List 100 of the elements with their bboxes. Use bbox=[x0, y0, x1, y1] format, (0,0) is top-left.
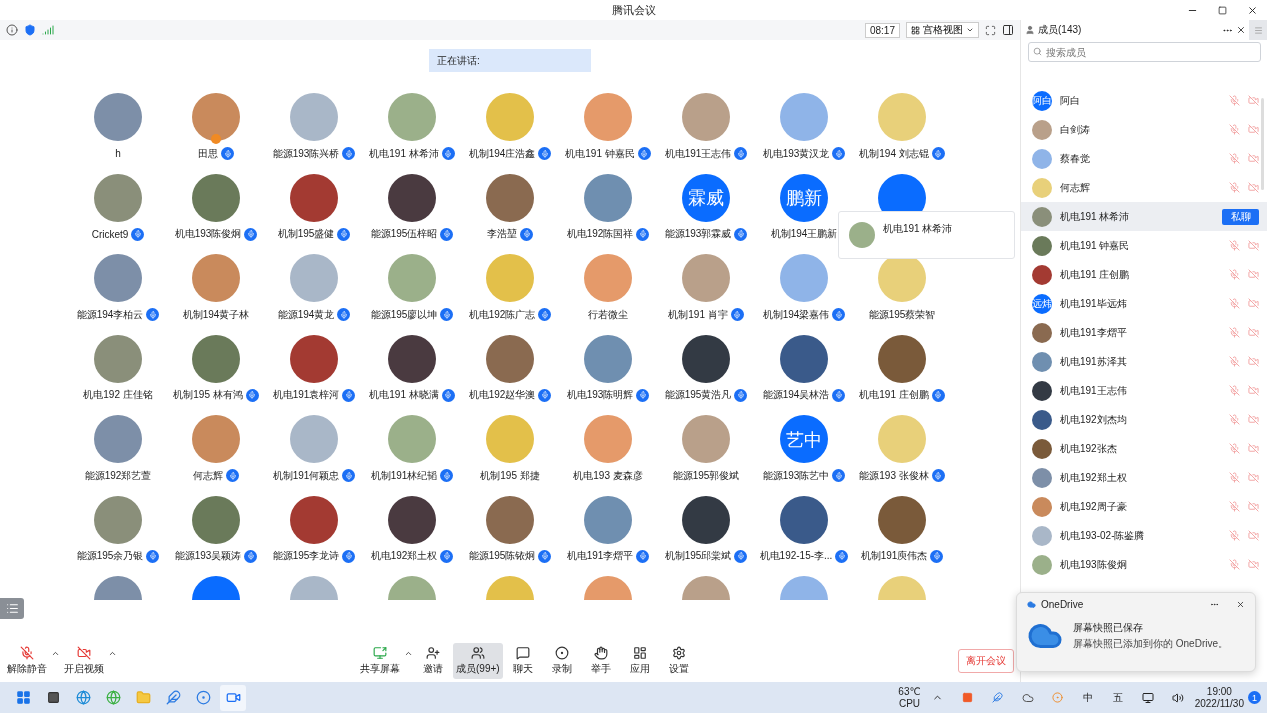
video-off-icon bbox=[1248, 414, 1259, 425]
member-row[interactable]: 机电192刘杰均 bbox=[1021, 405, 1267, 434]
member-row[interactable]: 机电191李熠平 bbox=[1021, 318, 1267, 347]
avatar-photo bbox=[94, 495, 142, 544]
video-off-icon bbox=[1248, 124, 1259, 135]
participant-name: 机电192陈国祥 bbox=[566, 227, 634, 241]
member-row[interactable]: 何志辉 bbox=[1021, 173, 1267, 202]
view-dropdown[interactable]: 宫格视图 bbox=[906, 22, 979, 38]
browser-icon[interactable] bbox=[105, 690, 121, 705]
avatar-photo bbox=[878, 495, 926, 544]
member-row[interactable]: 机电192周子豪 bbox=[1021, 492, 1267, 521]
app-icon[interactable] bbox=[195, 690, 211, 705]
avatar-photo bbox=[584, 254, 632, 302]
member-name: 机电193-02-陈鉴腾 bbox=[1060, 528, 1146, 543]
shield-icon[interactable] bbox=[24, 24, 36, 36]
toolbar-button[interactable]: 邀请 bbox=[414, 643, 452, 679]
member-row[interactable]: 白剑涛 bbox=[1021, 115, 1267, 144]
toolbar-button[interactable]: 共享屏幕 bbox=[357, 643, 403, 679]
hand-icon bbox=[593, 646, 608, 660]
close-icon[interactable] bbox=[1236, 600, 1245, 609]
browser-icon[interactable] bbox=[75, 690, 91, 705]
member-row[interactable]: 机电191苏泽其 bbox=[1021, 347, 1267, 376]
toolbar-button[interactable]: 开启视频 bbox=[61, 643, 107, 679]
info-icon[interactable] bbox=[6, 24, 18, 36]
mic-off-icon bbox=[1229, 501, 1240, 512]
more-icon[interactable] bbox=[1210, 600, 1219, 609]
popup-name: 机电191 林希沛 bbox=[883, 222, 953, 236]
ime-mode[interactable]: 中 bbox=[1074, 684, 1101, 711]
member-name: 机电192郑土权 bbox=[1060, 470, 1128, 485]
sensor-label: CPU bbox=[898, 697, 921, 710]
participant-name: 能源193陈艺中 bbox=[762, 468, 830, 483]
feather-icon[interactable] bbox=[165, 690, 181, 705]
taskbar-app-button[interactable] bbox=[220, 684, 246, 711]
participant-name: 机制195邱棠斌 bbox=[664, 549, 732, 563]
notification-badge[interactable]: 1 bbox=[1248, 691, 1261, 704]
scrollbar[interactable] bbox=[1261, 98, 1264, 190]
monitor-icon[interactable] bbox=[1141, 691, 1154, 704]
toolbar-button[interactable]: 解除静音 bbox=[4, 643, 50, 679]
avatar-photo bbox=[584, 334, 632, 383]
avatar-photo bbox=[682, 334, 730, 383]
search-field[interactable]: 搜索成员 bbox=[1028, 42, 1261, 62]
windows-start-icon[interactable] bbox=[15, 690, 31, 705]
caret-icon[interactable] bbox=[404, 649, 413, 658]
avatar-photo bbox=[1032, 235, 1052, 256]
member-row[interactable]: 机电191 钟嘉民 bbox=[1021, 231, 1267, 260]
feather-icon[interactable] bbox=[992, 692, 1004, 703]
tray-app-icon[interactable] bbox=[962, 692, 974, 703]
toolbar-button[interactable]: 聊天 bbox=[503, 643, 542, 679]
member-row[interactable]: 远炜 机电191毕远炜 bbox=[1021, 289, 1267, 318]
caret-icon[interactable] bbox=[108, 649, 117, 658]
fullscreen-icon[interactable] bbox=[985, 24, 996, 36]
leave-meeting-button[interactable]: 离开会议 bbox=[958, 649, 1014, 673]
participant-name: 行若微尘 bbox=[588, 307, 628, 322]
mic-off-icon bbox=[1229, 472, 1240, 483]
list-button[interactable] bbox=[0, 598, 24, 619]
avatar-photo bbox=[486, 495, 534, 544]
toolbar-button[interactable]: 举手 bbox=[581, 643, 620, 679]
member-row[interactable]: 机电193陈俊炯 bbox=[1021, 550, 1267, 579]
toast-message: 屏幕快照已添加到你的 OneDrive。 bbox=[1073, 637, 1228, 651]
volume-icon[interactable] bbox=[1171, 691, 1184, 704]
toolbar-button[interactable]: 设置 bbox=[659, 643, 698, 679]
close-icon[interactable] bbox=[1236, 25, 1246, 35]
toolbar-button[interactable]: 应用 bbox=[620, 643, 659, 679]
avatar-photo bbox=[780, 495, 828, 544]
mic-off-icon bbox=[1229, 153, 1240, 164]
avatar-photo bbox=[1032, 119, 1052, 140]
avatar-photo bbox=[1032, 177, 1052, 198]
maximize-icon[interactable] bbox=[1217, 5, 1227, 15]
member-row[interactable]: 机电192张杰 bbox=[1021, 434, 1267, 463]
participant-name: 能源194李柏云 bbox=[76, 307, 144, 322]
toolbar-button[interactable]: 录制 bbox=[542, 643, 581, 679]
member-name: 阿白 bbox=[1060, 93, 1081, 108]
avatar-photo bbox=[94, 93, 142, 141]
signal-icon[interactable] bbox=[42, 24, 54, 36]
avatar-photo bbox=[1032, 380, 1052, 401]
avatar-photo bbox=[486, 254, 534, 302]
video-off-icon bbox=[1248, 356, 1259, 367]
member-row[interactable]: 蔡春觉 bbox=[1021, 144, 1267, 173]
participant-name: 能源195郭俊斌 bbox=[672, 468, 740, 483]
member-row[interactable]: 机电193-02-陈鉴腾 bbox=[1021, 521, 1267, 550]
caret-icon[interactable] bbox=[51, 649, 60, 658]
clock-date: 2022/11/30 bbox=[1194, 697, 1244, 710]
side-panel-icon[interactable] bbox=[1002, 24, 1014, 36]
close-icon[interactable] bbox=[1246, 4, 1258, 16]
video-off-icon bbox=[1248, 385, 1259, 396]
avatar-photo bbox=[780, 334, 828, 383]
cloud-icon bbox=[1027, 600, 1036, 609]
toolbar-button[interactable]: 成员(99+) bbox=[453, 643, 503, 679]
task-view-icon[interactable] bbox=[46, 691, 60, 704]
mic-off-icon bbox=[1229, 269, 1240, 280]
member-row[interactable]: 阿白 阿白 bbox=[1021, 86, 1267, 115]
member-row[interactable]: 机电191 林希沛 私聊 bbox=[1021, 202, 1267, 231]
private-chat-button[interactable]: 私聊 bbox=[1222, 208, 1259, 225]
participant-name: 机电191李熠平 bbox=[566, 549, 634, 563]
cloud-icon[interactable] bbox=[1021, 691, 1034, 704]
ime-input[interactable]: 五 bbox=[1104, 684, 1131, 711]
member-row[interactable]: 机电192郑土权 bbox=[1021, 463, 1267, 492]
member-row[interactable]: 机电191 庄创鹏 bbox=[1021, 260, 1267, 289]
member-row[interactable]: 机电191王志伟 bbox=[1021, 376, 1267, 405]
avatar-photo bbox=[388, 254, 436, 302]
